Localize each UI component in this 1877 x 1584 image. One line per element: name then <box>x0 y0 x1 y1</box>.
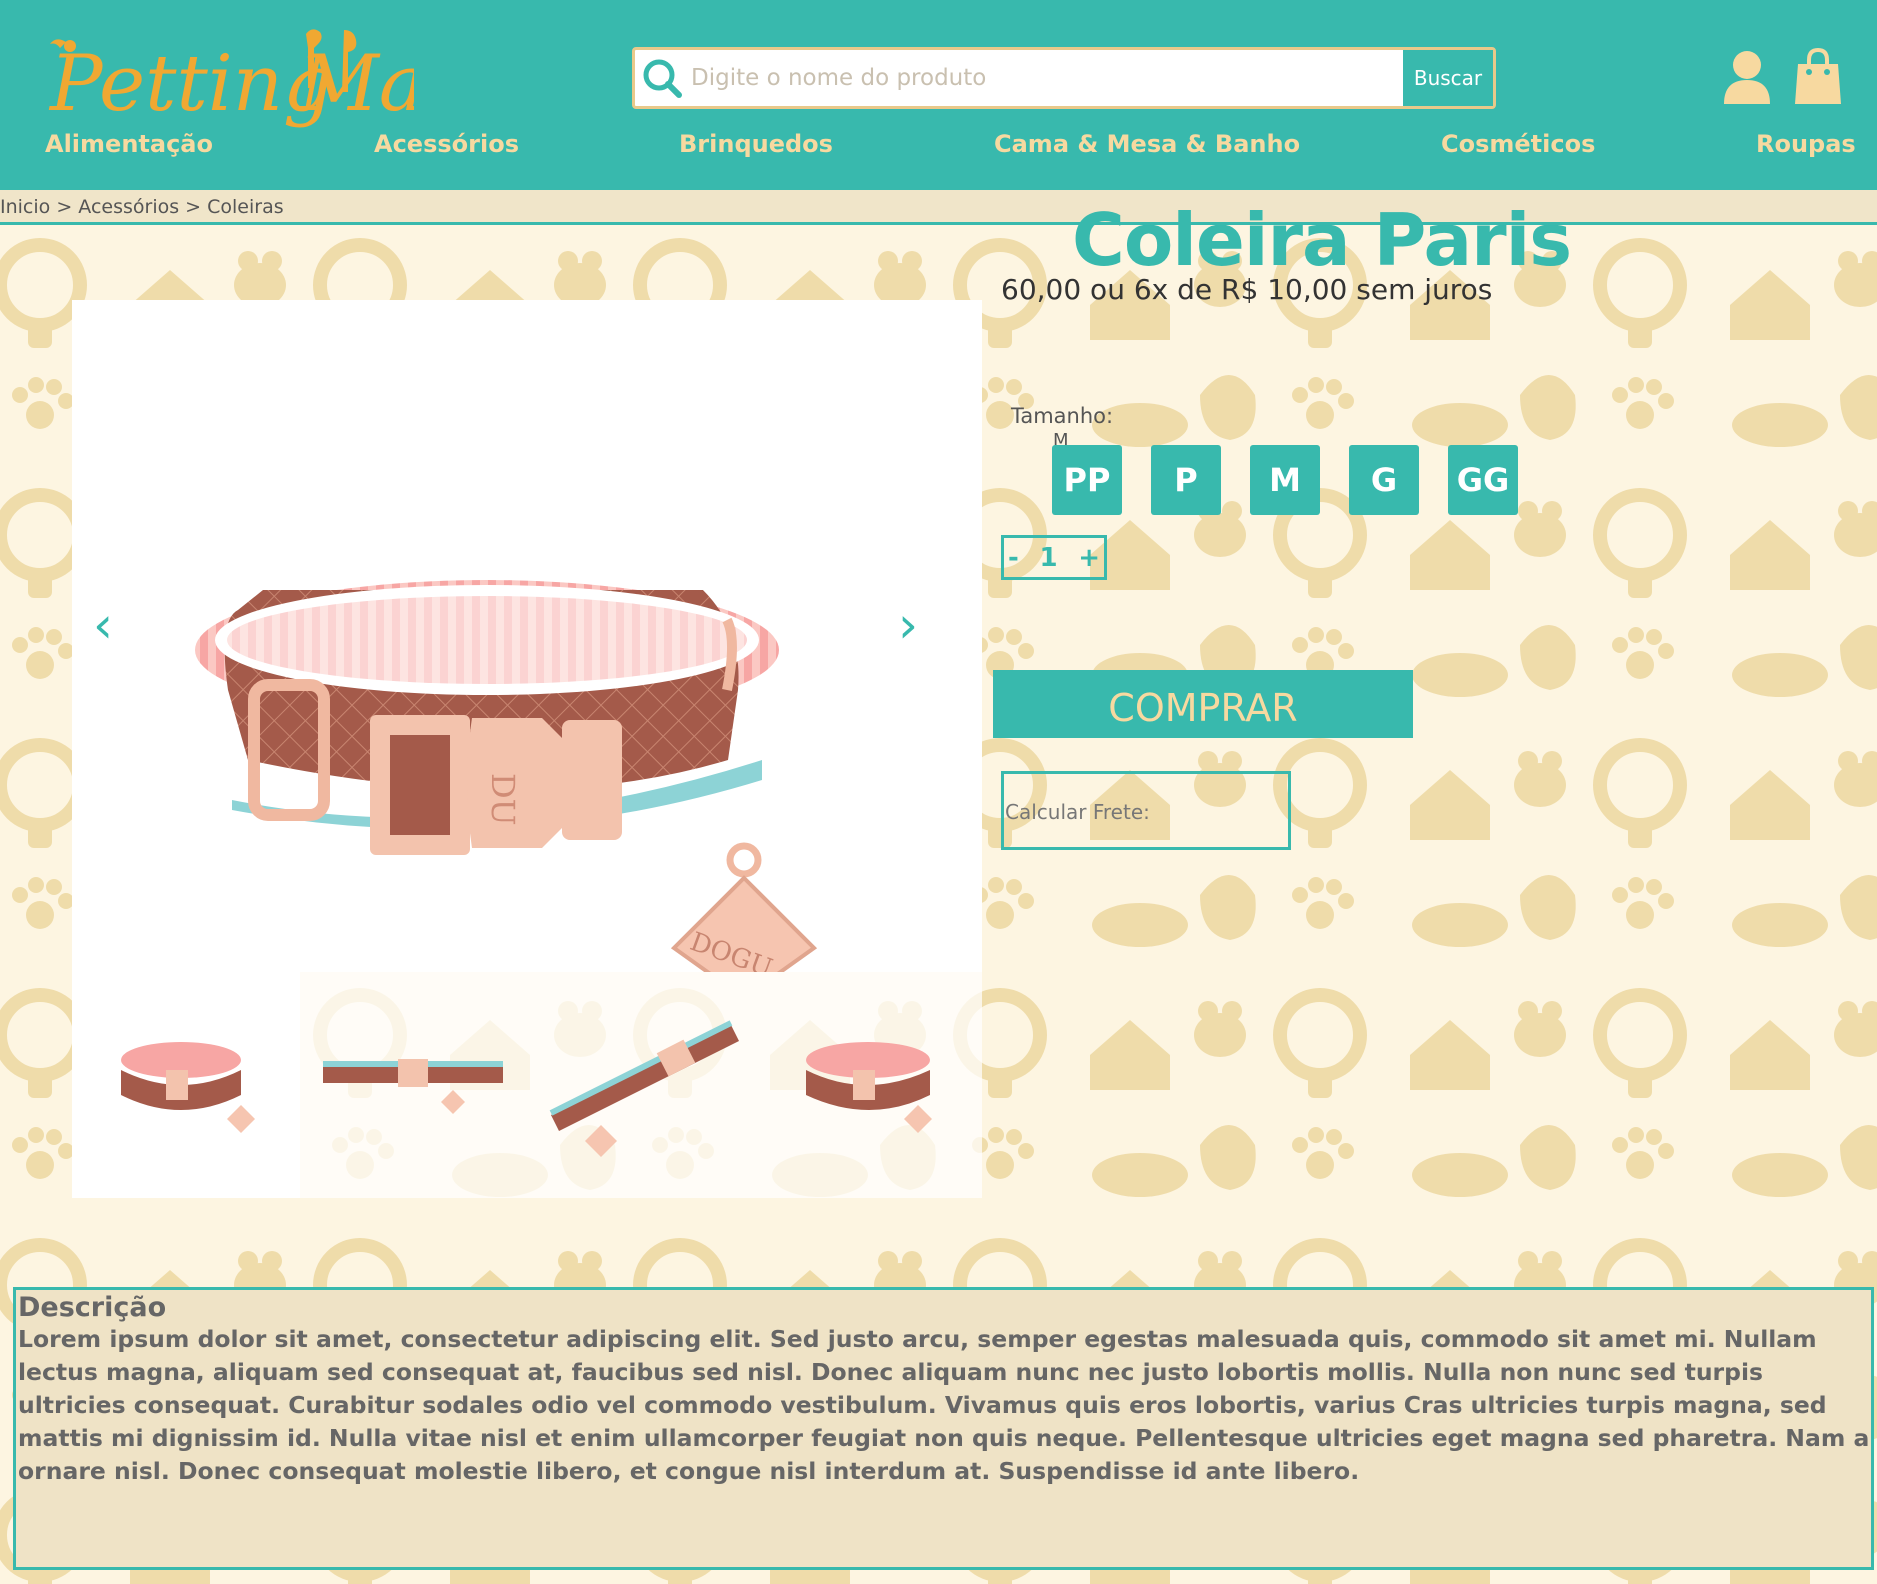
search-bar: Buscar <box>632 47 1496 109</box>
product-price: 60,00 ou 6x de R$ 10,00 sem juros <box>1001 273 1493 306</box>
quantity-stepper: - 1 + <box>1001 535 1107 580</box>
category-nav: Alimentação Acessórios Brinquedos Cama &… <box>0 130 1877 170</box>
size-option-pp[interactable]: PP <box>1052 445 1122 515</box>
description-title: Descrição <box>18 1292 167 1323</box>
gallery-next-arrow[interactable]: › <box>898 600 918 650</box>
search-icon[interactable] <box>635 50 689 106</box>
size-option-p[interactable]: P <box>1151 445 1221 515</box>
quantity-increase-button[interactable]: + <box>1078 543 1100 573</box>
shipping-calculator-field[interactable]: Calcular Frete: <box>1001 771 1291 850</box>
nav-item-cama-mesa-banho[interactable]: Cama & Mesa & Banho <box>994 130 1300 158</box>
product-description: Descrição Lorem ipsum dolor sit amet, co… <box>13 1287 1874 1570</box>
gallery-thumbnails <box>72 972 982 1198</box>
nav-item-roupas[interactable]: Roupas <box>1756 130 1856 158</box>
thumbnail-4[interactable] <box>754 972 982 1198</box>
user-icon[interactable] <box>1722 50 1772 104</box>
size-option-g[interactable]: G <box>1349 445 1419 515</box>
product-title: Coleira Paris <box>1072 198 1572 282</box>
breadcrumb-acessorios[interactable]: Acessórios <box>78 196 179 218</box>
breadcrumb-coleiras[interactable]: Coleiras <box>207 196 284 218</box>
size-label: Tamanho: <box>1011 404 1114 428</box>
quantity-value[interactable]: 1 <box>1039 543 1057 573</box>
size-option-gg[interactable]: GG <box>1448 445 1518 515</box>
shopping-bag-icon[interactable] <box>1795 47 1841 104</box>
thumbnail-1[interactable] <box>72 972 300 1198</box>
product-main-image: DU DOGU <box>72 300 982 1001</box>
svg-text:Petting: Petting <box>48 39 333 129</box>
breadcrumb: Inicio > Acessórios > Coleiras <box>0 190 1877 225</box>
site-logo[interactable]: Petting Mall <box>44 22 475 132</box>
breadcrumb-separator: > <box>179 196 208 218</box>
svg-text:Mall: Mall <box>297 39 414 129</box>
gallery-prev-arrow[interactable]: ‹ <box>93 600 113 650</box>
size-option-m[interactable]: M <box>1250 445 1320 515</box>
quantity-decrease-button[interactable]: - <box>1008 543 1019 573</box>
nav-item-brinquedos[interactable]: Brinquedos <box>679 130 833 158</box>
description-text: Lorem ipsum dolor sit amet, consectetur … <box>18 1325 1870 1485</box>
breadcrumb-inicio[interactable]: Inicio <box>0 196 50 218</box>
buy-button[interactable]: COMPRAR <box>993 670 1413 738</box>
nav-item-acessorios[interactable]: Acessórios <box>374 130 519 158</box>
search-button[interactable]: Buscar <box>1403 50 1493 106</box>
thumbnail-2[interactable] <box>299 972 527 1198</box>
svg-text:DU: DU <box>484 773 522 826</box>
breadcrumb-separator: > <box>50 196 79 218</box>
thumbnail-3[interactable] <box>527 972 755 1198</box>
search-input[interactable] <box>689 50 1403 106</box>
nav-item-alimentacao[interactable]: Alimentação <box>45 130 213 158</box>
nav-item-cosmeticos[interactable]: Cosméticos <box>1441 130 1595 158</box>
site-header: Petting Mall Buscar <box>0 0 1877 190</box>
